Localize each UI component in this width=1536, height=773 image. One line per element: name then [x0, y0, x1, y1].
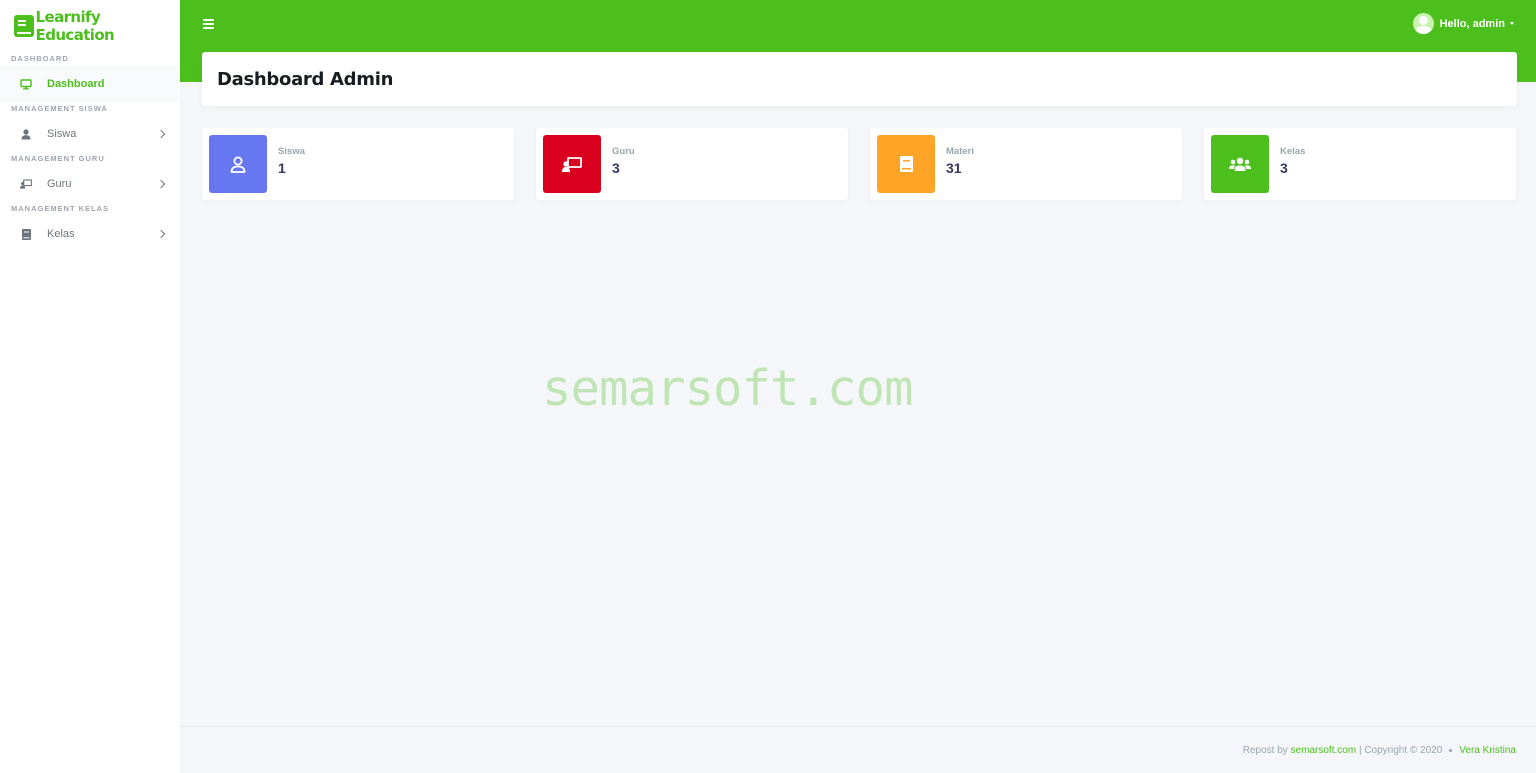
caret-down-icon	[1510, 22, 1514, 25]
book-icon	[14, 15, 34, 37]
footer-copyright: | Copyright © 2020	[1358, 744, 1443, 756]
hamburger-icon[interactable]	[203, 19, 214, 29]
menu-header-dashboard: DASHBOARD	[11, 54, 69, 63]
sidebar-item-siswa[interactable]: Siswa	[0, 116, 180, 152]
user-outline-icon	[230, 156, 246, 173]
stat-card-guru[interactable]: Guru 3	[536, 128, 848, 200]
stat-card-kelas[interactable]: Kelas 3	[1204, 128, 1516, 200]
stat-icon-box	[1211, 135, 1269, 193]
stat-value: 3	[612, 160, 620, 176]
stat-icon-box	[877, 135, 935, 193]
sidebar-item-label: Guru	[47, 178, 72, 190]
user-icon	[20, 128, 32, 140]
menu-header-kelas: MANAGEMENT KELAS	[11, 204, 110, 213]
stat-card-materi[interactable]: Materi 31	[870, 128, 1182, 200]
user-greeting: Hello, admin	[1439, 17, 1505, 30]
avatar	[1412, 13, 1434, 34]
brand[interactable]: Learnify Education	[0, 0, 180, 52]
chevron-right-icon	[156, 179, 166, 189]
footer-repost-link[interactable]: semarsoft.com	[1291, 745, 1357, 756]
menu-header-guru: MANAGEMENT GURU	[11, 154, 105, 163]
menu-header-siswa: MANAGEMENT SISWA	[11, 104, 108, 113]
users-icon	[1229, 157, 1251, 171]
footer-author-link[interactable]: Vera Kristina	[1459, 745, 1516, 756]
sidebar-item-label: Dashboard	[47, 78, 105, 90]
chevron-right-icon	[156, 129, 166, 139]
stat-label: Materi	[946, 146, 974, 157]
sidebar: Learnify Education DASHBOARD Dashboard M…	[0, 0, 180, 773]
stat-icon-box	[209, 135, 267, 193]
stat-icon-box	[543, 135, 601, 193]
book-icon	[20, 228, 32, 240]
watermark: semarsoft.com	[542, 360, 914, 417]
page-header: Dashboard Admin	[202, 52, 1517, 106]
stat-card-siswa[interactable]: Siswa 1	[202, 128, 514, 200]
desktop-icon	[20, 78, 32, 90]
book-icon	[899, 156, 913, 172]
sidebar-item-label: Kelas	[47, 228, 75, 240]
sidebar-item-label: Siswa	[47, 128, 77, 140]
footer: Repost by semarsoft.com | Copyright © 20…	[180, 726, 1536, 773]
chalkboard-teacher-icon	[20, 178, 32, 190]
brand-name: Learnify Education	[35, 8, 115, 44]
footer-repost-text: Repost by	[1242, 744, 1288, 756]
stat-label: Guru	[612, 146, 635, 157]
stat-label: Siswa	[278, 146, 305, 157]
sidebar-item-dashboard[interactable]: Dashboard	[0, 66, 180, 102]
stat-value: 1	[278, 160, 286, 176]
stat-value: 31	[946, 160, 962, 176]
chevron-right-icon	[156, 229, 166, 239]
sidebar-item-kelas[interactable]: Kelas	[0, 216, 180, 252]
page-title: Dashboard Admin	[217, 68, 394, 90]
sidebar-item-guru[interactable]: Guru	[0, 166, 180, 202]
stat-value: 3	[1280, 160, 1288, 176]
chalkboard-teacher-icon	[562, 156, 582, 172]
user-menu[interactable]: Hello, admin	[1412, 13, 1514, 34]
stat-label: Kelas	[1280, 146, 1306, 157]
footer-bullet	[1449, 748, 1453, 752]
